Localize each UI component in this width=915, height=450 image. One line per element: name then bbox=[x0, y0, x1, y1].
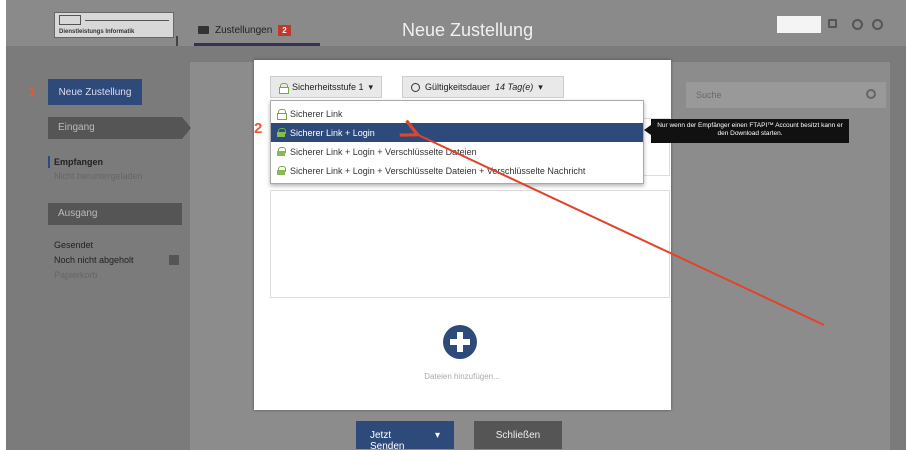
search-icon[interactable] bbox=[866, 89, 876, 99]
add-files-label[interactable]: Dateien hinzufügen... bbox=[402, 372, 522, 381]
gear-icon[interactable] bbox=[852, 19, 863, 30]
add-files-plus-icon[interactable] bbox=[443, 325, 477, 359]
sidebar-item-received[interactable]: Empfangen bbox=[54, 157, 103, 167]
inbox-active-arrow bbox=[182, 117, 191, 139]
menu-item-secure-link-login[interactable]: Sicherer Link + Login bbox=[271, 123, 643, 142]
inbox-header[interactable]: Eingang bbox=[48, 117, 182, 139]
lock-icon bbox=[277, 128, 286, 137]
lock-icon bbox=[277, 147, 286, 156]
lock-open-icon bbox=[277, 109, 287, 120]
user-field[interactable] bbox=[777, 16, 821, 33]
close-button[interactable]: Schließen bbox=[474, 421, 562, 449]
power-icon[interactable] bbox=[872, 19, 883, 30]
validity-label: Gültigkeitsdauer bbox=[425, 82, 491, 92]
chevron-down-icon[interactable]: ▾ bbox=[435, 430, 440, 441]
page-title: Neue Zustellung bbox=[402, 20, 534, 40]
app-window: Dienstleistungs Informatik Zustellungen … bbox=[6, 0, 906, 450]
lock-icon bbox=[279, 82, 289, 94]
sidebar-item-trash[interactable]: Papierkorb bbox=[54, 270, 98, 280]
lock-icon bbox=[277, 166, 286, 175]
menu-item-secure-link[interactable]: Sicherer Link bbox=[271, 104, 643, 123]
send-now-button[interactable]: Jetzt Senden ▾ bbox=[356, 421, 454, 450]
tooltip: Nur wenn der Empfänger einen FTAPI™ Acco… bbox=[651, 119, 849, 143]
notification-badge: 2 bbox=[278, 24, 291, 36]
chevron-down-icon: ▾ bbox=[368, 81, 374, 92]
security-level-menu: Sicherer Link Sicherer Link + Login Sich… bbox=[270, 100, 644, 184]
step-number-1: 1 bbox=[28, 84, 36, 99]
search-input[interactable]: Suche bbox=[686, 82, 886, 108]
sidebar-item-not-downloaded[interactable]: Nicht heruntergeladen bbox=[54, 171, 143, 181]
active-item-marker bbox=[48, 156, 50, 168]
menu-item-secure-link-login-files[interactable]: Sicherer Link + Login + Verschlüsselte D… bbox=[271, 142, 643, 161]
clock-icon bbox=[411, 82, 420, 92]
envelope-icon bbox=[198, 26, 209, 34]
validity-value: 14 Tag(e) bbox=[495, 82, 534, 92]
user-menu-icon[interactable] bbox=[828, 19, 837, 28]
menu-item-secure-link-login-files-message[interactable]: Sicherer Link + Login + Verschlüsselte D… bbox=[271, 161, 643, 180]
logo-text: Dienstleistungs Informatik bbox=[59, 29, 135, 35]
new-delivery-button[interactable]: Neue Zustellung bbox=[48, 79, 142, 105]
tab-label: Zustellungen bbox=[215, 24, 273, 36]
active-tab-indicator bbox=[194, 43, 320, 46]
step-number-2: 2 bbox=[254, 120, 263, 137]
security-level-label: Sicherheitsstufe 1 bbox=[292, 82, 364, 92]
message-field[interactable] bbox=[270, 190, 670, 298]
tooltip-pointer bbox=[644, 125, 651, 135]
company-logo: Dienstleistungs Informatik bbox=[54, 12, 174, 38]
validity-dropdown[interactable]: Gültigkeitsdauer 14 Tag(e) ▾ bbox=[402, 76, 564, 98]
tab-zustellungen[interactable]: Zustellungen 2 bbox=[198, 20, 291, 40]
outbox-header[interactable]: Ausgang bbox=[48, 203, 182, 225]
count-badge bbox=[169, 255, 179, 265]
search-placeholder: Suche bbox=[696, 90, 722, 100]
sidebar-item-sent[interactable]: Gesendet bbox=[54, 240, 93, 250]
sidebar-item-not-collected[interactable]: Noch nicht abgeholt bbox=[54, 255, 134, 265]
chevron-down-icon: ▾ bbox=[538, 81, 543, 92]
security-level-dropdown[interactable]: Sicherheitsstufe 1 ▾ bbox=[270, 76, 383, 98]
send-now-label: Jetzt Senden bbox=[370, 430, 405, 450]
top-bar: Dienstleistungs Informatik Zustellungen … bbox=[6, 0, 906, 46]
